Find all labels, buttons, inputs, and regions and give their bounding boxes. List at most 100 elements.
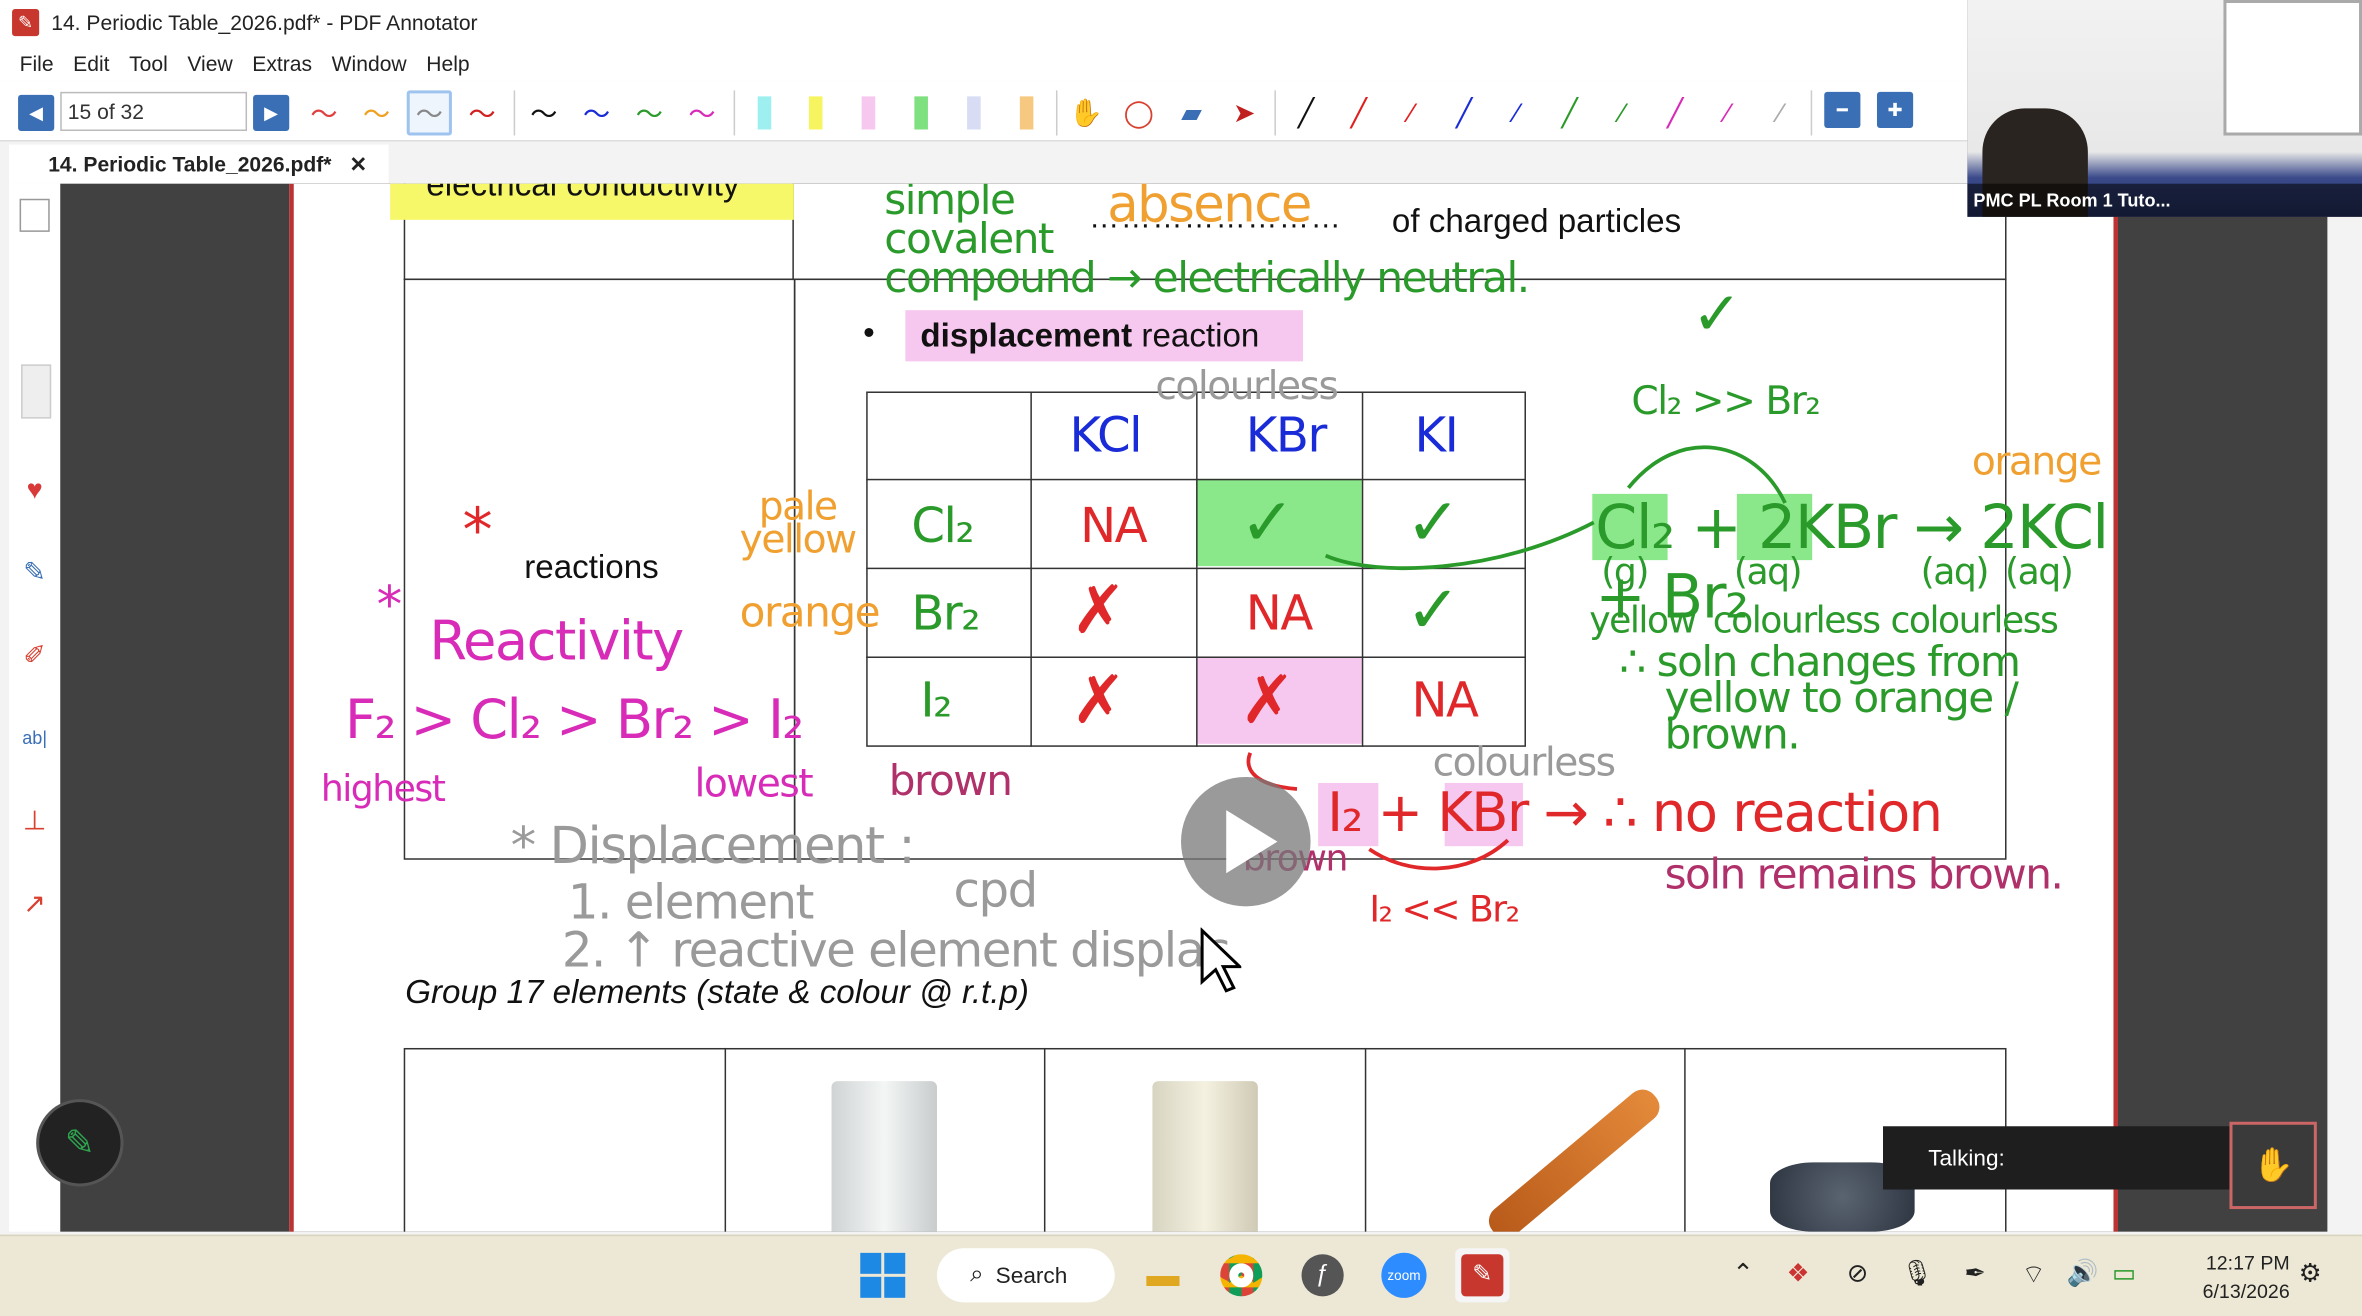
page-thumbnail-icon[interactable] — [19, 198, 50, 232]
highlighter-pink-icon[interactable] — [845, 90, 890, 135]
table-divider — [1043, 1047, 1046, 1232]
menu-window[interactable]: Window — [332, 51, 407, 75]
table-divider — [1364, 1047, 1367, 1232]
search-icon: ⌕ — [970, 1261, 984, 1288]
test-tube-image — [831, 1081, 937, 1232]
line-green-icon[interactable]: ╱ — [1547, 90, 1592, 135]
chrome-icon[interactable] — [1214, 1248, 1268, 1302]
video-participant-label: PMC PL Room 1 Tuto... — [1967, 183, 2362, 217]
line-red-icon[interactable]: ╱ — [1336, 90, 1381, 135]
talking-indicator: Talking: — [1883, 1126, 2230, 1190]
arrow-tool-icon[interactable]: ↗ — [15, 884, 54, 923]
pen-red-icon[interactable]: 〜 — [301, 90, 346, 135]
toolbar-separator — [1055, 90, 1058, 136]
page-number-input[interactable]: 15 of 32 — [60, 91, 248, 131]
raise-hand-button[interactable]: ✋ — [2229, 1121, 2317, 1210]
clock-date: 6/13/2026 — [2202, 1279, 2290, 1303]
menu-bar: File Edit Tool View Extras Window Help — [0, 45, 1968, 82]
highlighter-lavender-icon[interactable] — [951, 90, 996, 135]
speaker-icon[interactable]: 🔊 — [2067, 1259, 2099, 1289]
window-title: 14. Periodic Table_2026.pdf* - PDF Annot… — [51, 10, 478, 35]
eraser-icon[interactable]: ▰ — [1169, 90, 1214, 135]
pen-icon[interactable]: ✒ — [1964, 1259, 1985, 1289]
pen-tool-icon[interactable]: ✎ — [15, 553, 54, 592]
system-clock[interactable]: 12:17 PM 6/13/2026 — [2169, 1248, 2290, 1305]
pen-orange-icon[interactable]: 〜 — [354, 90, 399, 135]
toolbar: ◀ 15 of 32 ▶ 〜 〜 〜 〜 〜 〜 〜 〜 ✋ ◯ ▰ ➤ ╱ ╱… — [0, 81, 1968, 142]
next-page-button[interactable]: ▶ — [253, 94, 290, 131]
pen-darkred-icon[interactable]: 〜 — [459, 90, 504, 135]
menu-view[interactable]: View — [187, 51, 232, 75]
highlighter-tool-icon[interactable]: ✐ — [15, 635, 54, 674]
chevron-up-icon[interactable]: ⌃ — [1732, 1259, 1753, 1289]
text-tool-icon[interactable]: ab| — [15, 718, 54, 757]
taskbar-search[interactable]: ⌕ Search — [936, 1248, 1115, 1303]
search-label: Search — [995, 1262, 1068, 1289]
favorite-heart-icon[interactable]: ♥ — [15, 470, 54, 509]
microphone-icon[interactable]: 🎙 — [1901, 1259, 1934, 1289]
pen-fab-button[interactable]: ✎ — [36, 1099, 124, 1187]
stamp-tool-icon[interactable]: ⊥ — [15, 801, 54, 840]
pdf-annotator-taskbar-icon[interactable]: ✎ — [1455, 1248, 1510, 1303]
dashed-line-blue-icon[interactable]: ⁄ — [1494, 90, 1539, 135]
highlighter-green-icon[interactable] — [898, 90, 943, 135]
menu-extras[interactable]: Extras — [252, 51, 312, 75]
menu-file[interactable]: File — [20, 51, 54, 75]
document-tab[interactable]: 14. Periodic Table_2026.pdf* ✕ — [9, 144, 389, 184]
line-black-icon[interactable]: ╱ — [1283, 90, 1328, 135]
dashed-line-red-icon[interactable]: ⁄ — [1389, 90, 1434, 135]
dashed-line-magenta-icon[interactable]: ⁄ — [1705, 90, 1750, 135]
pointer-icon[interactable]: ➤ — [1222, 90, 1267, 135]
play-icon — [1226, 810, 1278, 874]
pencil-icon: ✎ — [64, 1122, 95, 1164]
zoom-icon[interactable]: zoom — [1377, 1248, 1431, 1302]
toolbar-separator — [1810, 90, 1813, 136]
file-explorer-icon[interactable]: ▬ — [1136, 1248, 1190, 1302]
pen-green-icon[interactable]: 〜 — [627, 90, 672, 135]
toolbar-separator — [513, 90, 516, 136]
close-tab-icon[interactable]: ✕ — [350, 151, 368, 177]
line-blue-icon[interactable]: ╱ — [1442, 90, 1487, 135]
highlighter-cyan-icon[interactable] — [741, 90, 786, 135]
clock-time: 12:17 PM — [2205, 1251, 2290, 1274]
video-tile[interactable]: PMC PL Room 1 Tuto... — [1967, 0, 2362, 217]
previous-page-button[interactable]: ◀ — [18, 94, 55, 131]
wifi-icon[interactable]: ⌔ — [2022, 1259, 2046, 1291]
pen-magenta-icon[interactable]: 〜 — [679, 90, 724, 135]
dropbox-icon[interactable]: ❖ — [1787, 1259, 1810, 1289]
whiteboard-image — [2223, 0, 2362, 136]
windows-logo-icon — [860, 1252, 906, 1298]
lasso-icon[interactable]: ◯ — [1116, 90, 1161, 135]
sync-off-icon[interactable]: ⊘ — [1847, 1259, 1868, 1289]
document-viewer[interactable]: electrical conductivity …………………… of char… — [60, 183, 2328, 1232]
menu-edit[interactable]: Edit — [73, 51, 109, 75]
pen-blue-icon[interactable]: 〜 — [574, 90, 619, 135]
app-icon[interactable]: ƒ — [1296, 1248, 1350, 1302]
arrow-path — [1626, 445, 1787, 504]
highlighter-yellow-icon[interactable] — [792, 90, 837, 135]
tab-bar: 14. Periodic Table_2026.pdf* ✕ — [0, 141, 1968, 184]
battery-icon[interactable]: ▭ — [2112, 1259, 2136, 1289]
hand-icon[interactable]: ✋ — [1064, 90, 1109, 135]
highlighter-orange-icon[interactable] — [1003, 90, 1048, 135]
notifications-icon[interactable]: ⚙ — [2299, 1259, 2322, 1289]
document-tab-label: 14. Periodic Table_2026.pdf* — [48, 152, 332, 177]
dashed-line-green-icon[interactable]: ⁄ — [1600, 90, 1645, 135]
title-bar: ✎ 14. Periodic Table_2026.pdf* - PDF Ann… — [0, 0, 1968, 46]
sidebar-scrollbar[interactable] — [21, 364, 52, 419]
pen-gray-icon[interactable]: 〜 — [406, 90, 452, 136]
arrow-path — [1324, 520, 1595, 571]
group17-heading: Group 17 elements (state & colour @ r.t.… — [405, 972, 1029, 1011]
menu-help[interactable]: Help — [426, 51, 469, 75]
toolbar-separator — [1274, 90, 1276, 136]
start-button[interactable] — [856, 1248, 910, 1302]
menu-tool[interactable]: Tool — [129, 51, 168, 75]
dashed-line-gray-icon[interactable]: ⁄ — [1758, 90, 1803, 135]
pen-black-icon[interactable]: 〜 — [521, 90, 566, 135]
pdf-annotator-app-icon: ✎ — [12, 9, 40, 37]
test-tube-image — [1152, 1081, 1258, 1232]
toolbar-separator — [733, 90, 736, 136]
zoom-out-button[interactable]: ━ — [1824, 91, 1861, 128]
zoom-in-button[interactable]: ✚ — [1876, 91, 1914, 128]
line-magenta-icon[interactable]: ╱ — [1653, 90, 1698, 135]
